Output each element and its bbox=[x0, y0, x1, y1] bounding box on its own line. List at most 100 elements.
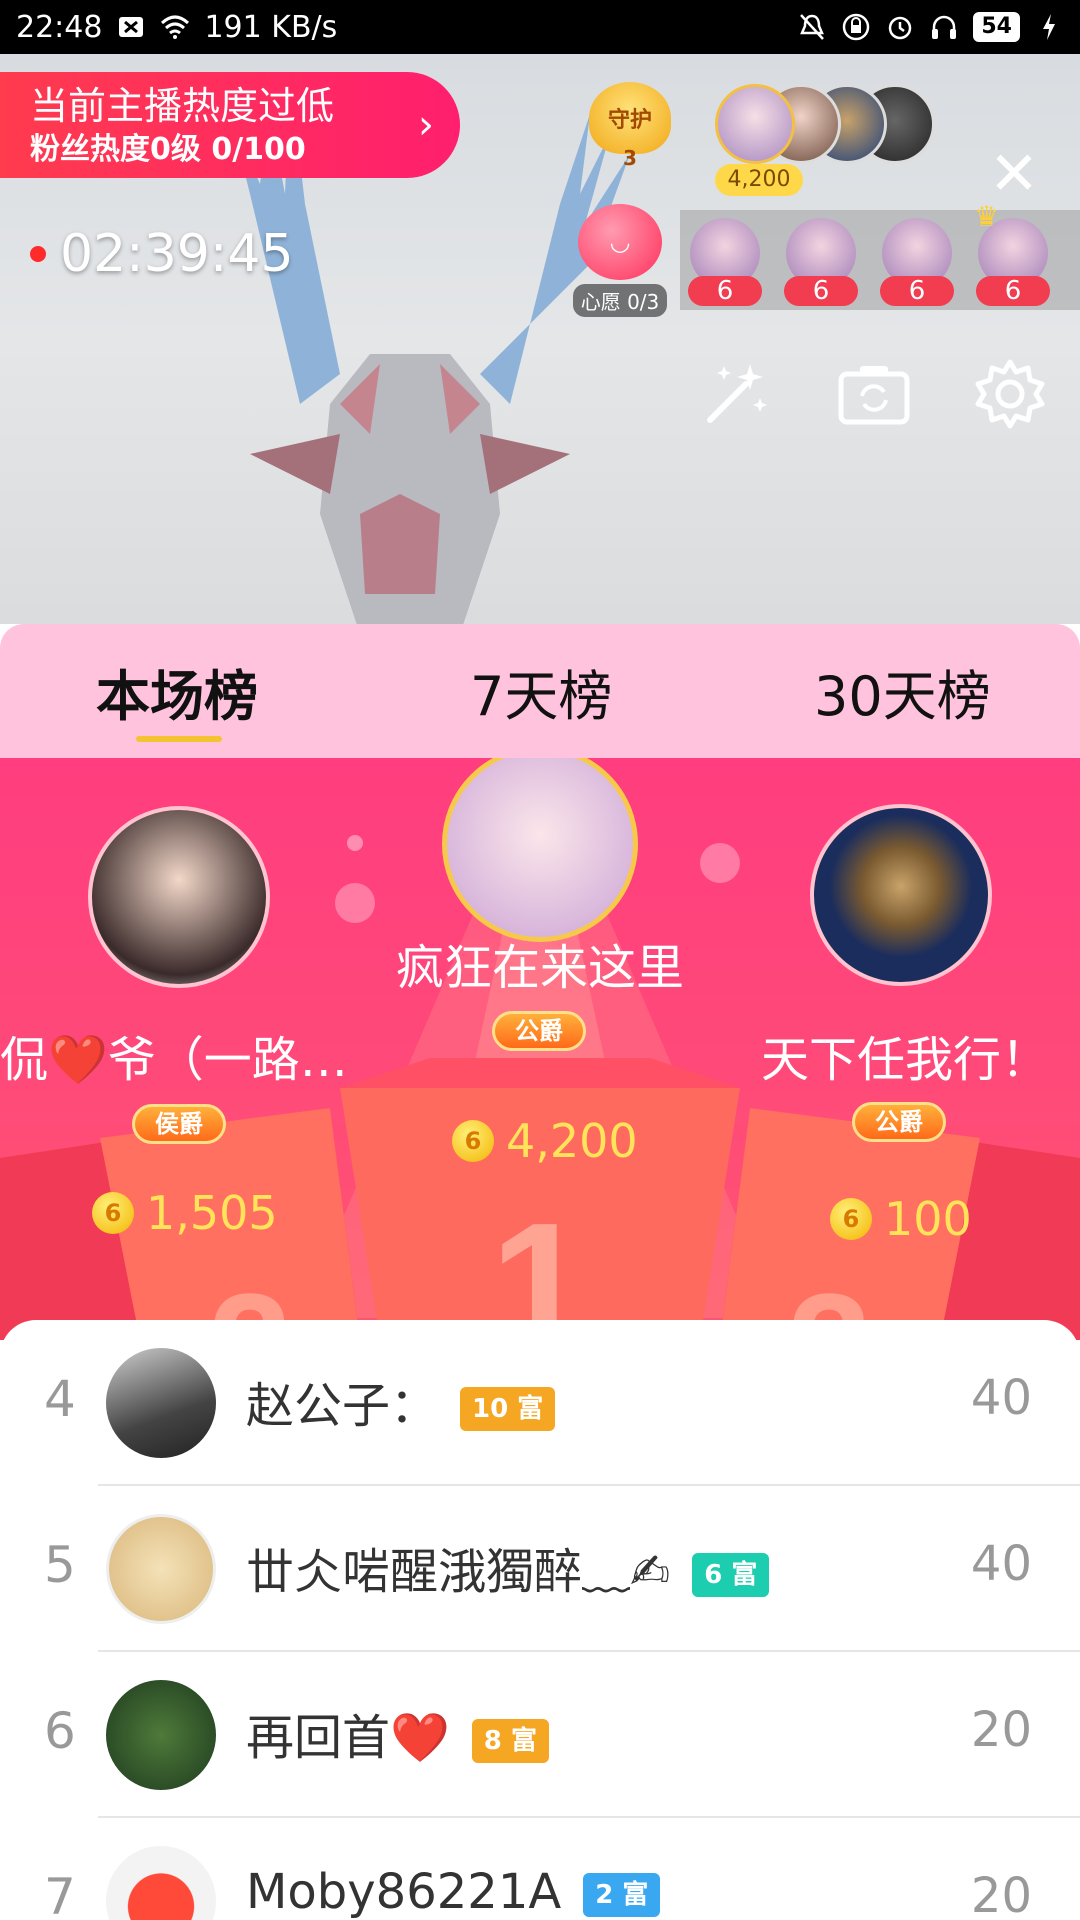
live-video[interactable]: 当前主播热度过低 粉丝热度0级 0/100 › 02:39:45 守护 3 4,… bbox=[0, 54, 1080, 624]
list-item-rank: 6 bbox=[44, 1702, 76, 1760]
list-item-name-text: 丗仌啱醒涐獨醉﹏✍ bbox=[246, 1544, 671, 1600]
heat-banner[interactable]: 当前主播热度过低 粉丝热度0级 0/100 › bbox=[0, 72, 472, 186]
podium: 1 2 3 疯狂在来这里 公爵 6 4,200 侃❤️爷（一路… 侯爵 6 1,… bbox=[0, 758, 1080, 1340]
list-item-score: 40 bbox=[970, 1370, 1032, 1426]
guard-count: 3 bbox=[623, 146, 637, 170]
guard-button[interactable]: 守护 3 bbox=[585, 76, 675, 184]
headphones-icon bbox=[929, 12, 959, 42]
wish-label: 心愿 0/3 bbox=[572, 284, 668, 317]
mute-bell-icon bbox=[797, 12, 827, 42]
top-viewer-coins: 4,200 bbox=[715, 164, 803, 196]
timer-text: 02:39:45 bbox=[60, 224, 294, 284]
first-place-title-badge: 公爵 bbox=[492, 1011, 586, 1051]
second-place-coins: 6 1,505 bbox=[92, 1186, 278, 1240]
third-place-coins-value: 100 bbox=[884, 1192, 972, 1246]
second-place-title-badge: 侯爵 bbox=[132, 1104, 226, 1144]
list-item[interactable]: 7 Moby86221A 2 富 20 bbox=[0, 1818, 1080, 1920]
tab-30-days[interactable]: 30天榜 bbox=[814, 652, 991, 731]
wealth-badge: 6 富 bbox=[692, 1553, 770, 1597]
fan-level-badge: 6 bbox=[976, 276, 1050, 306]
list-item-avatar[interactable] bbox=[106, 1846, 216, 1920]
wealth-level: 2 bbox=[595, 1880, 614, 1910]
wealth-label: 富 bbox=[517, 1394, 544, 1424]
third-place-coins: 6 100 bbox=[830, 1192, 972, 1246]
list-item[interactable]: 4 赵公子： 10 富 40 bbox=[0, 1320, 1080, 1486]
wealth-badge: 2 富 bbox=[583, 1873, 661, 1917]
status-bar: 22:48 191 KB/s 54 bbox=[0, 0, 1080, 54]
wealth-badge: 8 富 bbox=[471, 1719, 549, 1763]
close-icon[interactable]: ✕ bbox=[986, 144, 1042, 204]
status-time: 22:48 bbox=[16, 9, 103, 45]
fan-level-badge: 6 bbox=[688, 276, 762, 306]
network-speed: 191 KB/s bbox=[204, 9, 338, 45]
first-place-coins-value: 4,200 bbox=[506, 1114, 638, 1168]
tab-this-session[interactable]: 本场榜 bbox=[96, 652, 258, 731]
wifi-icon bbox=[160, 12, 190, 42]
wealth-label: 富 bbox=[731, 1560, 758, 1590]
switch-camera-icon[interactable] bbox=[834, 354, 914, 434]
battery-level: 54 bbox=[973, 12, 1020, 42]
fan-heat-level: 粉丝热度0级 0/100 bbox=[30, 132, 306, 167]
wealth-level: 6 bbox=[704, 1560, 723, 1590]
list-item-score: 20 bbox=[970, 1868, 1032, 1920]
list-item-avatar[interactable] bbox=[106, 1348, 216, 1458]
guard-label: 守护 bbox=[607, 108, 652, 133]
top-viewers[interactable]: 4,200 bbox=[715, 84, 945, 196]
heat-title: 当前主播热度过低 bbox=[30, 84, 335, 128]
list-item-rank: 7 bbox=[44, 1868, 76, 1920]
settings-gear-icon[interactable] bbox=[970, 354, 1050, 434]
list-item-rank: 5 bbox=[44, 1536, 76, 1594]
crown-icon: ♛ bbox=[974, 200, 1000, 233]
list-item-rank: 4 bbox=[44, 1370, 76, 1428]
wish-heart-icon: ◡ bbox=[578, 204, 662, 280]
ranking-list: 4 赵公子： 10 富 40 5 丗仌啱醒涐獨醉﹏✍ 6 富 40 6 再回首❤️ 8… bbox=[0, 1320, 1080, 1920]
list-item-name-text: 赵公子： bbox=[246, 1378, 439, 1434]
chevron-right-icon: › bbox=[418, 102, 434, 148]
active-tab-indicator bbox=[136, 736, 222, 742]
svg-text:1: 1 bbox=[490, 1186, 590, 1340]
live-timer: 02:39:45 bbox=[30, 224, 294, 284]
coin-icon: 6 bbox=[830, 1198, 872, 1240]
notification-icon bbox=[116, 12, 146, 42]
charging-icon bbox=[1034, 12, 1064, 42]
second-place-coins-value: 1,505 bbox=[146, 1186, 278, 1240]
list-item-score: 20 bbox=[970, 1702, 1032, 1758]
third-place-name: 天下任我行！ bbox=[760, 1032, 1049, 1088]
second-place-name: 侃❤️爷（一路… bbox=[0, 1032, 348, 1088]
wealth-level: 10 bbox=[472, 1394, 509, 1424]
list-item-name-text: 再回首❤️ bbox=[246, 1710, 450, 1766]
beauty-wand-icon[interactable] bbox=[696, 354, 776, 434]
fan-level-badge: 6 bbox=[784, 276, 858, 306]
list-item[interactable]: 6 再回首❤️ 8 富 20 bbox=[0, 1652, 1080, 1818]
second-place-avatar[interactable] bbox=[88, 806, 270, 988]
third-place-title-badge: 公爵 bbox=[852, 1102, 946, 1142]
first-place-name: 疯狂在来这里 bbox=[395, 940, 684, 996]
wealth-label: 富 bbox=[510, 1726, 537, 1756]
wish-button[interactable]: ◡ 心愿 0/3 bbox=[570, 204, 670, 334]
list-item-name: 赵公子： 10 富 bbox=[246, 1366, 556, 1436]
list-item-name: 再回首❤️ 8 富 bbox=[246, 1698, 549, 1768]
first-place-coins: 6 4,200 bbox=[452, 1114, 638, 1168]
ranking-tabs: 本场榜 7天榜 30天榜 bbox=[0, 624, 1080, 758]
wealth-badge: 10 富 bbox=[460, 1387, 556, 1431]
list-item-name: 丗仌啱醒涐獨醉﹏✍ 6 富 bbox=[246, 1532, 770, 1602]
third-place-avatar[interactable] bbox=[810, 804, 992, 986]
list-item-avatar[interactable] bbox=[106, 1514, 216, 1624]
recording-dot-icon bbox=[30, 246, 46, 262]
fan-list[interactable]: 6 6 6 ♛ 6 bbox=[680, 200, 1080, 310]
fan-level-badge: 6 bbox=[880, 276, 954, 306]
tab-7-days[interactable]: 7天榜 bbox=[470, 652, 612, 731]
wealth-level: 8 bbox=[483, 1726, 502, 1756]
list-item-score: 40 bbox=[970, 1536, 1032, 1592]
lock-rotation-icon bbox=[841, 12, 871, 42]
guard-crown-icon: 守护 bbox=[589, 82, 671, 154]
top-viewer-avatar[interactable] bbox=[715, 84, 795, 164]
alarm-icon bbox=[885, 12, 915, 42]
list-item[interactable]: 5 丗仌啱醒涐獨醉﹏✍ 6 富 40 bbox=[0, 1486, 1080, 1652]
list-item-name: Moby86221A 2 富 bbox=[246, 1864, 661, 1920]
wealth-label: 富 bbox=[622, 1880, 649, 1910]
coin-icon: 6 bbox=[92, 1192, 134, 1234]
coin-icon: 6 bbox=[452, 1120, 494, 1162]
list-item-avatar[interactable] bbox=[106, 1680, 216, 1790]
list-item-name-text: Moby86221A bbox=[246, 1864, 562, 1920]
